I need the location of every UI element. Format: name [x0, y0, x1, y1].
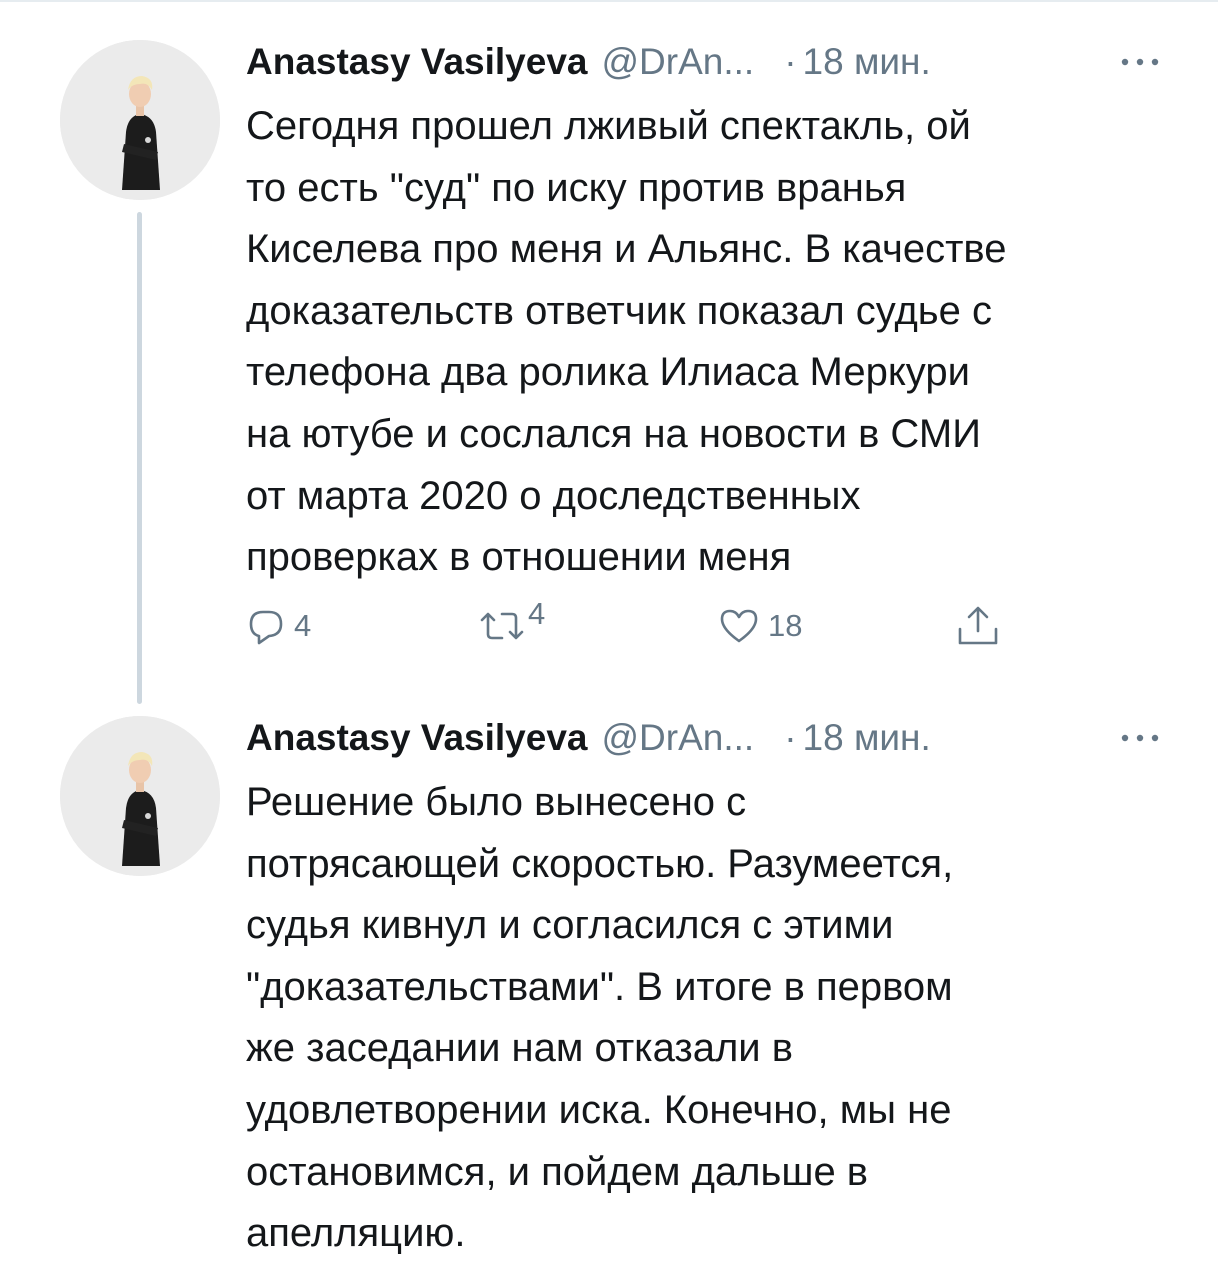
timestamp[interactable]: 18 мин.: [803, 718, 931, 758]
reply-icon: [246, 606, 286, 646]
retweet-count: 4: [528, 596, 546, 631]
tweet-text-line: на ютубе и сослался на новости в СМИ: [246, 411, 981, 456]
tweet-text-line: от марта 2020 о доследственных: [246, 473, 861, 518]
tweet-actions: 4 4 18: [246, 596, 1026, 654]
avatar[interactable]: [60, 716, 220, 876]
tweet-1[interactable]: Anastasy Vasilyeva @DrAn... · 18 мин. Се…: [0, 0, 1218, 690]
tweet-text-line: проверках в отношении меня: [246, 535, 792, 580]
tweet-text: Сегодня прошел лживый спектакль, ой то е…: [246, 96, 1176, 589]
tweet-text-line: Решение было вынесено с: [246, 780, 747, 824]
share-button[interactable]: [956, 598, 1000, 654]
tweet-text-line: апелляцию.: [246, 1211, 466, 1256]
tweet-text-line: потрясающей скоростью. Разумеется,: [246, 841, 954, 886]
tweet-text-line: удовлетворении иска. Конечно, мы не: [246, 1087, 952, 1132]
tweet-text-line: телефона два ролика Илиаса Меркури: [246, 350, 970, 395]
like-count: 18: [768, 608, 803, 643]
separator-dot: ·: [784, 41, 797, 82]
retweet-icon: [478, 606, 526, 646]
tweet-text-line: остановимся, и пойдем дальше в: [246, 1149, 869, 1194]
tweet-header: Anastasy Vasilyeva @DrAn... · 18 мин.: [246, 42, 1160, 82]
tweet-text-line: Киселева про меня и Альянс. В качестве: [246, 227, 1007, 272]
tweet-text-line: Сегодня прошел лживый спектакль, ой: [246, 104, 971, 148]
like-button[interactable]: 18: [718, 598, 802, 654]
separator-dot: ·: [784, 717, 797, 758]
reply-button[interactable]: 4: [246, 598, 311, 654]
display-name[interactable]: Anastasy Vasilyeva: [246, 42, 587, 82]
tweet-text-line: то есть "суд" по иску против вранья: [246, 165, 907, 210]
user-handle[interactable]: @DrAn...: [601, 42, 754, 82]
tweet-header: Anastasy Vasilyeva @DrAn... · 18 мин.: [246, 718, 1160, 758]
tweet-text-line: же заседании нам отказали в: [246, 1026, 793, 1071]
retweet-button[interactable]: 4: [478, 596, 546, 654]
reply-count: 4: [294, 608, 312, 643]
share-icon: [956, 603, 1000, 649]
timestamp[interactable]: 18 мин.: [803, 42, 931, 82]
tweet-text: Решение было вынесено с потрясающей скор…: [246, 772, 1176, 1265]
more-horizontal-icon[interactable]: [1110, 718, 1160, 758]
more-horizontal-icon[interactable]: [1110, 42, 1160, 82]
tweet-text-line: доказательств ответчик показал судье с: [246, 288, 992, 333]
tweet-text-line: судья кивнул и согласился с этими: [246, 903, 894, 948]
user-handle[interactable]: @DrAn...: [601, 718, 754, 758]
display-name[interactable]: Anastasy Vasilyeva: [246, 718, 587, 758]
tweet-text-line: "доказательствами". В итоге в первом: [246, 964, 953, 1009]
avatar[interactable]: [60, 40, 220, 200]
heart-icon: [718, 606, 760, 646]
